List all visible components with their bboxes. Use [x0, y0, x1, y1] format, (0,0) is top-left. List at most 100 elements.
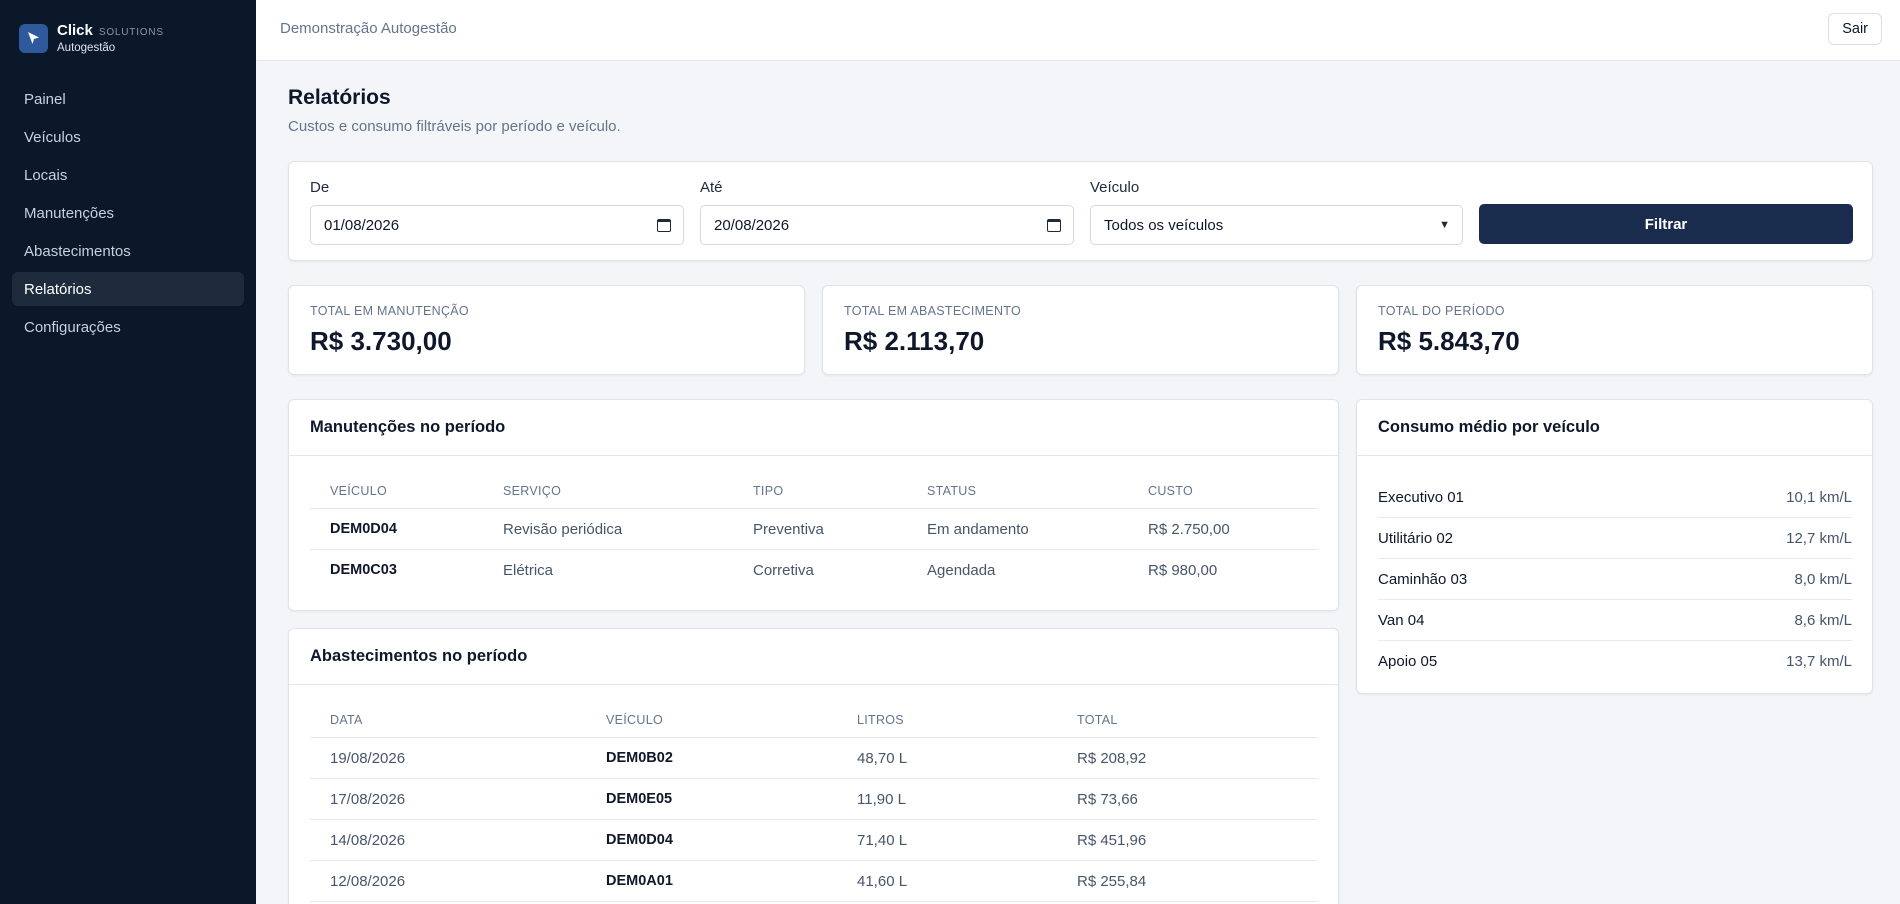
- to-date-input[interactable]: 20/08/2026: [700, 205, 1074, 245]
- page-subtitle: Custos e consumo filtráveis por período …: [288, 118, 621, 135]
- consumption-value: 13,7 km/L: [1786, 653, 1852, 670]
- cell-vehicle: DEM0D04: [606, 832, 673, 848]
- column-header[interactable]: VEÍCULO: [606, 713, 663, 727]
- cell-vehicle: DEM0D04: [330, 521, 397, 537]
- maintenance-card: Manutenções no período VEÍCULO SERVIÇO T…: [288, 399, 1339, 611]
- logout-button[interactable]: Sair: [1828, 13, 1882, 45]
- vehicle-name: Executivo 01: [1378, 488, 1464, 506]
- vehicle-name: Caminhão 03: [1378, 570, 1468, 588]
- brand[interactable]: Click SOLUTIONS Autogestão: [19, 23, 164, 55]
- cell-vehicle: DEM0E05: [606, 791, 673, 807]
- list-item: Van 04 8,6 km/L: [1378, 600, 1852, 641]
- sidebar-item-configuracoes[interactable]: Configurações: [12, 310, 244, 344]
- cell-type: Corretiva: [753, 562, 814, 579]
- sidebar-item-relatorios[interactable]: Relatórios: [12, 272, 244, 306]
- column-header[interactable]: LITROS: [857, 713, 904, 727]
- stat-label: TOTAL DO PERÍODO: [1378, 304, 1505, 318]
- fueling-table: DATA VEÍCULO LITROS TOTAL 19/08/2026 DEM…: [310, 698, 1318, 902]
- from-date-field: De 01/08/2026: [310, 179, 684, 245]
- vehicle-select[interactable]: Todos os veículos ▼: [1090, 205, 1463, 245]
- table-header: DATA VEÍCULO LITROS TOTAL: [310, 698, 1318, 738]
- stat-value: R$ 3.730,00: [310, 326, 452, 356]
- stat-label: TOTAL EM MANUTENÇÃO: [310, 304, 469, 318]
- table-row[interactable]: 12/08/2026 DEM0A01 41,60 L R$ 255,84: [310, 861, 1318, 902]
- maintenance-table: VEÍCULO SERVIÇO TIPO STATUS CUSTO DEM0D0…: [310, 469, 1318, 591]
- sidebar-item-locais[interactable]: Locais: [12, 158, 244, 192]
- cell-service: Elétrica: [503, 562, 554, 579]
- table-row[interactable]: DEM0C03 Elétrica Corretiva Agendada R$ 9…: [310, 550, 1318, 591]
- to-date-field: Até 20/08/2026: [700, 179, 1074, 245]
- vehicle-name: Van 04: [1378, 611, 1425, 629]
- stat-value: R$ 2.113,70: [844, 326, 985, 356]
- brand-suffix: SOLUTIONS: [98, 27, 164, 38]
- cell-total: R$ 255,84: [1077, 873, 1147, 890]
- stat-card-maintenance: TOTAL EM MANUTENÇÃO R$ 3.730,00: [288, 285, 805, 375]
- column-header[interactable]: DATA: [330, 713, 363, 727]
- list-item: Executivo 01 10,1 km/L: [1378, 477, 1852, 518]
- sidebar-nav: Painel Veículos Locais Manutenções Abast…: [12, 82, 244, 348]
- cell-total: R$ 208,92: [1077, 750, 1147, 767]
- column-header[interactable]: VEÍCULO: [330, 484, 387, 498]
- to-date-value: 20/08/2026: [714, 216, 790, 234]
- stat-card-fueling: TOTAL EM ABASTECIMENTO R$ 2.113,70: [822, 285, 1339, 375]
- page-title: Relatórios: [288, 86, 391, 109]
- column-header[interactable]: STATUS: [927, 484, 976, 498]
- from-date-input[interactable]: 01/08/2026: [310, 205, 684, 245]
- table-row[interactable]: DEM0D04 Revisão periódica Preventiva Em …: [310, 509, 1318, 550]
- consumption-value: 8,6 km/L: [1794, 611, 1852, 629]
- cell-service: Revisão periódica: [503, 521, 623, 538]
- consumption-value: 8,0 km/L: [1794, 570, 1852, 588]
- cell-liters: 48,70 L: [857, 750, 908, 767]
- brand-name: Click: [57, 22, 93, 39]
- sidebar-item-veiculos[interactable]: Veículos: [12, 120, 244, 154]
- stat-value: R$ 5.843,70: [1378, 326, 1520, 356]
- list-item: Caminhão 03 8,0 km/L: [1378, 559, 1852, 600]
- cell-vehicle: DEM0C03: [330, 562, 397, 578]
- calendar-icon[interactable]: [1047, 218, 1061, 232]
- vehicle-name: Utilitário 02: [1378, 529, 1454, 547]
- sidebar-item-abastecimentos[interactable]: Abastecimentos: [12, 234, 244, 268]
- from-date-value: 01/08/2026: [324, 216, 400, 234]
- cell-vehicle: DEM0A01: [606, 873, 673, 889]
- consumption-value: 12,7 km/L: [1786, 529, 1852, 547]
- brand-subtitle: Autogestão: [57, 42, 116, 54]
- table-row[interactable]: 17/08/2026 DEM0E05 11,90 L R$ 73,66: [310, 779, 1318, 820]
- consumption-list: Executivo 01 10,1 km/L Utilitário 02 12,…: [1378, 477, 1852, 682]
- maintenance-title: Manutenções no período: [289, 400, 1338, 456]
- consumption-title: Consumo médio por veículo: [1357, 400, 1872, 456]
- cell-status: Agendada: [927, 562, 996, 579]
- to-date-label: Até: [700, 179, 723, 196]
- vehicle-select-value: Todos os veículos: [1104, 216, 1224, 234]
- cell-date: 14/08/2026: [330, 832, 406, 849]
- table-header: VEÍCULO SERVIÇO TIPO STATUS CUSTO: [310, 469, 1318, 509]
- stat-label: TOTAL EM ABASTECIMENTO: [844, 304, 1022, 318]
- table-row[interactable]: 19/08/2026 DEM0B02 48,70 L R$ 208,92: [310, 738, 1318, 779]
- cell-date: 12/08/2026: [330, 873, 406, 890]
- column-header[interactable]: TIPO: [753, 484, 783, 498]
- sidebar-item-manutencoes[interactable]: Manutenções: [12, 196, 244, 230]
- table-row[interactable]: 14/08/2026 DEM0D04 71,40 L R$ 451,96: [310, 820, 1318, 861]
- cell-total: R$ 73,66: [1077, 791, 1138, 808]
- from-date-label: De: [310, 179, 330, 196]
- sidebar-item-painel[interactable]: Painel: [12, 82, 244, 116]
- fueling-title: Abastecimentos no período: [289, 629, 1338, 685]
- column-header[interactable]: TOTAL: [1077, 713, 1118, 727]
- topbar: Demonstração Autogestão Sair: [256, 0, 1900, 61]
- vehicle-label: Veículo: [1090, 179, 1140, 196]
- vehicle-field: Veículo Todos os veículos ▼: [1090, 179, 1463, 245]
- column-header[interactable]: SERVIÇO: [503, 484, 561, 498]
- cell-status: Em andamento: [927, 521, 1029, 538]
- calendar-icon[interactable]: [657, 218, 671, 232]
- filter-button[interactable]: Filtrar: [1479, 204, 1853, 244]
- cell-cost: R$ 980,00: [1148, 562, 1218, 579]
- cell-total: R$ 451,96: [1077, 832, 1147, 849]
- list-item: Utilitário 02 12,7 km/L: [1378, 518, 1852, 559]
- column-header[interactable]: CUSTO: [1148, 484, 1193, 498]
- stat-card-period: TOTAL DO PERÍODO R$ 5.843,70: [1356, 285, 1873, 375]
- list-item: Apoio 05 13,7 km/L: [1378, 641, 1852, 682]
- consumption-value: 10,1 km/L: [1786, 488, 1852, 506]
- fueling-card: Abastecimentos no período DATA VEÍCULO L…: [288, 628, 1339, 904]
- workspace-title: Demonstração Autogestão: [280, 20, 457, 37]
- cursor-logo-icon: [19, 24, 48, 54]
- sidebar: Click SOLUTIONS Autogestão Painel Veícul…: [0, 0, 256, 904]
